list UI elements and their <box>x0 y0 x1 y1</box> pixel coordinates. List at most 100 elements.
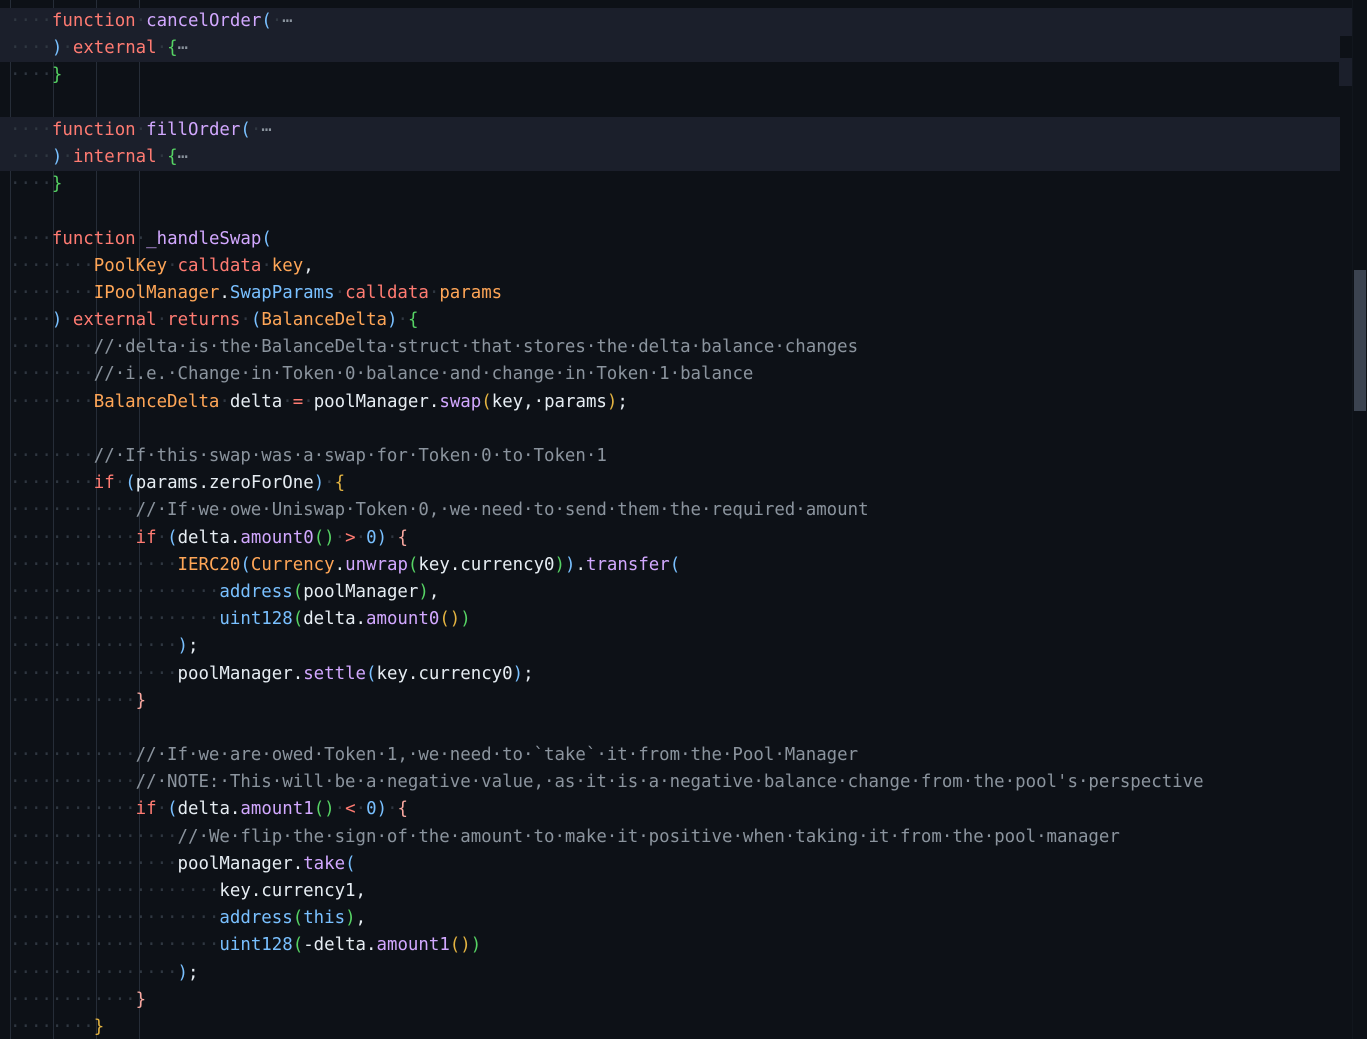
code-line[interactable]: ····)·external·{⋯ <box>0 35 1340 63</box>
code-line[interactable]: ················//·We·flip·the·sign·of·t… <box>0 824 1340 851</box>
code-token: () <box>313 527 335 548</box>
code-token: key <box>271 255 304 276</box>
code-token: } <box>135 690 147 711</box>
code-token: key.currency1 <box>219 881 356 901</box>
code-token: ················ <box>10 826 178 847</box>
code-token: · <box>334 527 346 548</box>
code-line[interactable]: ········PoolKey·calldata·key, <box>0 253 1340 280</box>
code-token: } <box>51 174 63 195</box>
code-line[interactable]: ········//·i.e.·Change·in·Token·0·balanc… <box>0 361 1340 388</box>
code-line[interactable]: ········//·If·this·swap·was·a·swap·for·T… <box>0 443 1340 470</box>
code-line[interactable]: ····················uint128(-delta.amoun… <box>0 932 1340 959</box>
code-line[interactable]: ········BalanceDelta·delta·=·poolManager… <box>0 389 1340 416</box>
code-token: ( <box>125 473 136 494</box>
code-token: //·If·we·owe·Uniswap·Token·0,·we·need·to… <box>135 500 869 521</box>
code-line[interactable]: ················IERC20(Currency.unwrap(k… <box>0 552 1340 579</box>
code-line[interactable]: ················poolManager.take( <box>0 851 1340 878</box>
code-line[interactable]: ····function·fillOrder(·⋯ <box>0 116 1340 144</box>
code-line[interactable] <box>0 198 1340 225</box>
code-token: · <box>135 228 147 249</box>
code-line[interactable]: ····function·_handleSwap( <box>0 226 1340 253</box>
code-token: if <box>93 473 115 494</box>
code-token: · <box>62 38 73 59</box>
code-line[interactable]: ····function·cancelOrder(·⋯ <box>0 8 1340 36</box>
code-line[interactable]: ········if·(params.zeroForOne)·{ <box>0 470 1340 497</box>
code-line[interactable]: ················poolManager.settle(key.c… <box>0 661 1340 688</box>
code-token: ( <box>292 581 304 602</box>
code-token: ) <box>177 636 189 657</box>
code-token: · <box>62 310 73 331</box>
code-line[interactable] <box>0 715 1340 742</box>
code-token: ( <box>407 554 419 575</box>
code-token: key.currency0 <box>418 554 555 575</box>
code-token: ) <box>177 962 189 983</box>
code-token: PoolKey <box>93 255 168 276</box>
code-token: 0 <box>366 527 377 548</box>
code-token: calldata <box>177 255 262 276</box>
code-line[interactable]: ················); <box>0 960 1340 987</box>
code-token: · <box>156 527 168 548</box>
overview-ruler-mark[interactable] <box>1339 8 1353 36</box>
code-token: ···· <box>10 174 52 195</box>
code-line[interactable]: ········//·delta·is·the·BalanceDelta·str… <box>0 334 1340 361</box>
overview-ruler-mark[interactable] <box>1339 58 1353 86</box>
vertical-scrollbar-track[interactable] <box>1353 0 1367 1039</box>
code-line[interactable]: ················); <box>0 633 1340 660</box>
code-token: { <box>334 473 346 494</box>
code-token: SwapParams <box>229 282 335 303</box>
code-line[interactable]: ····} <box>0 62 1340 89</box>
code-token: ················ <box>10 663 178 684</box>
code-line[interactable]: ····················address(poolManager)… <box>0 579 1340 606</box>
code-token: · <box>271 11 283 31</box>
code-token: key.currency0 <box>376 663 513 684</box>
code-line[interactable]: ········} <box>0 1014 1340 1039</box>
code-token: . <box>292 663 304 684</box>
code-token: ) <box>512 663 524 684</box>
code-line[interactable] <box>0 416 1340 443</box>
code-line[interactable]: ····} <box>0 171 1340 198</box>
code-line[interactable]: ············} <box>0 987 1340 1014</box>
code-token: ···· <box>10 228 52 249</box>
code-token: . <box>292 853 304 874</box>
code-line[interactable]: ············} <box>0 688 1340 715</box>
code-token: if <box>135 527 157 548</box>
code-token: , <box>428 581 440 602</box>
code-token: { <box>397 799 409 820</box>
code-line[interactable]: ····················key.currency1, <box>0 878 1340 905</box>
code-line[interactable]: ············if·(delta.amount1()·<·0)·{ <box>0 796 1340 823</box>
code-line[interactable]: ····)·external·returns·(BalanceDelta)·{ <box>0 307 1340 334</box>
code-token: ; <box>188 962 199 983</box>
code-line[interactable]: ············//·If·we·owe·Uniswap·Token·0… <box>0 497 1340 524</box>
code-token: amount0 <box>240 527 314 548</box>
code-token: ···· <box>10 65 52 86</box>
code-token: ········ <box>10 1016 94 1037</box>
vertical-scrollbar-thumb[interactable] <box>1354 270 1366 411</box>
code-surface[interactable]: ····function·cancelOrder(·⋯ ····)·externa… <box>0 0 1340 1039</box>
code-token: ) <box>313 473 325 494</box>
code-token: · <box>355 527 367 548</box>
code-token: · <box>135 11 147 31</box>
code-token: ( <box>481 391 492 412</box>
code-token: , <box>355 881 367 901</box>
code-token: · <box>62 146 73 167</box>
code-token: ; <box>617 391 628 412</box>
code-line[interactable]: ····················address(this), <box>0 905 1340 932</box>
code-token: delta. <box>177 799 241 820</box>
code-line[interactable]: ············if·(delta.amount0()·>·0)·{ <box>0 525 1340 552</box>
code-line[interactable]: ············//·NOTE:·This·will·be·a·nega… <box>0 769 1340 796</box>
code-token: IERC20 <box>177 554 241 575</box>
code-line[interactable] <box>0 90 1340 117</box>
code-line[interactable]: ····················uint128(delta.amount… <box>0 606 1340 633</box>
code-token: } <box>51 65 63 86</box>
code-token: ( <box>292 609 304 630</box>
code-editor[interactable]: ····function·cancelOrder(·⋯ ····)·externa… <box>0 0 1367 1039</box>
code-token: ···················· <box>10 908 220 929</box>
code-token: ················ <box>10 853 178 874</box>
code-line[interactable]: ····)·internal·{⋯ <box>0 143 1340 172</box>
code-token: ; <box>188 636 199 657</box>
code-token: 0 <box>366 799 377 820</box>
code-token: () <box>439 609 461 630</box>
code-line[interactable]: ············//·If·we·are·owed·Token·1,·w… <box>0 742 1340 769</box>
overview-ruler[interactable] <box>1339 0 1353 1039</box>
code-line[interactable]: ········IPoolManager.SwapParams·calldata… <box>0 280 1340 307</box>
